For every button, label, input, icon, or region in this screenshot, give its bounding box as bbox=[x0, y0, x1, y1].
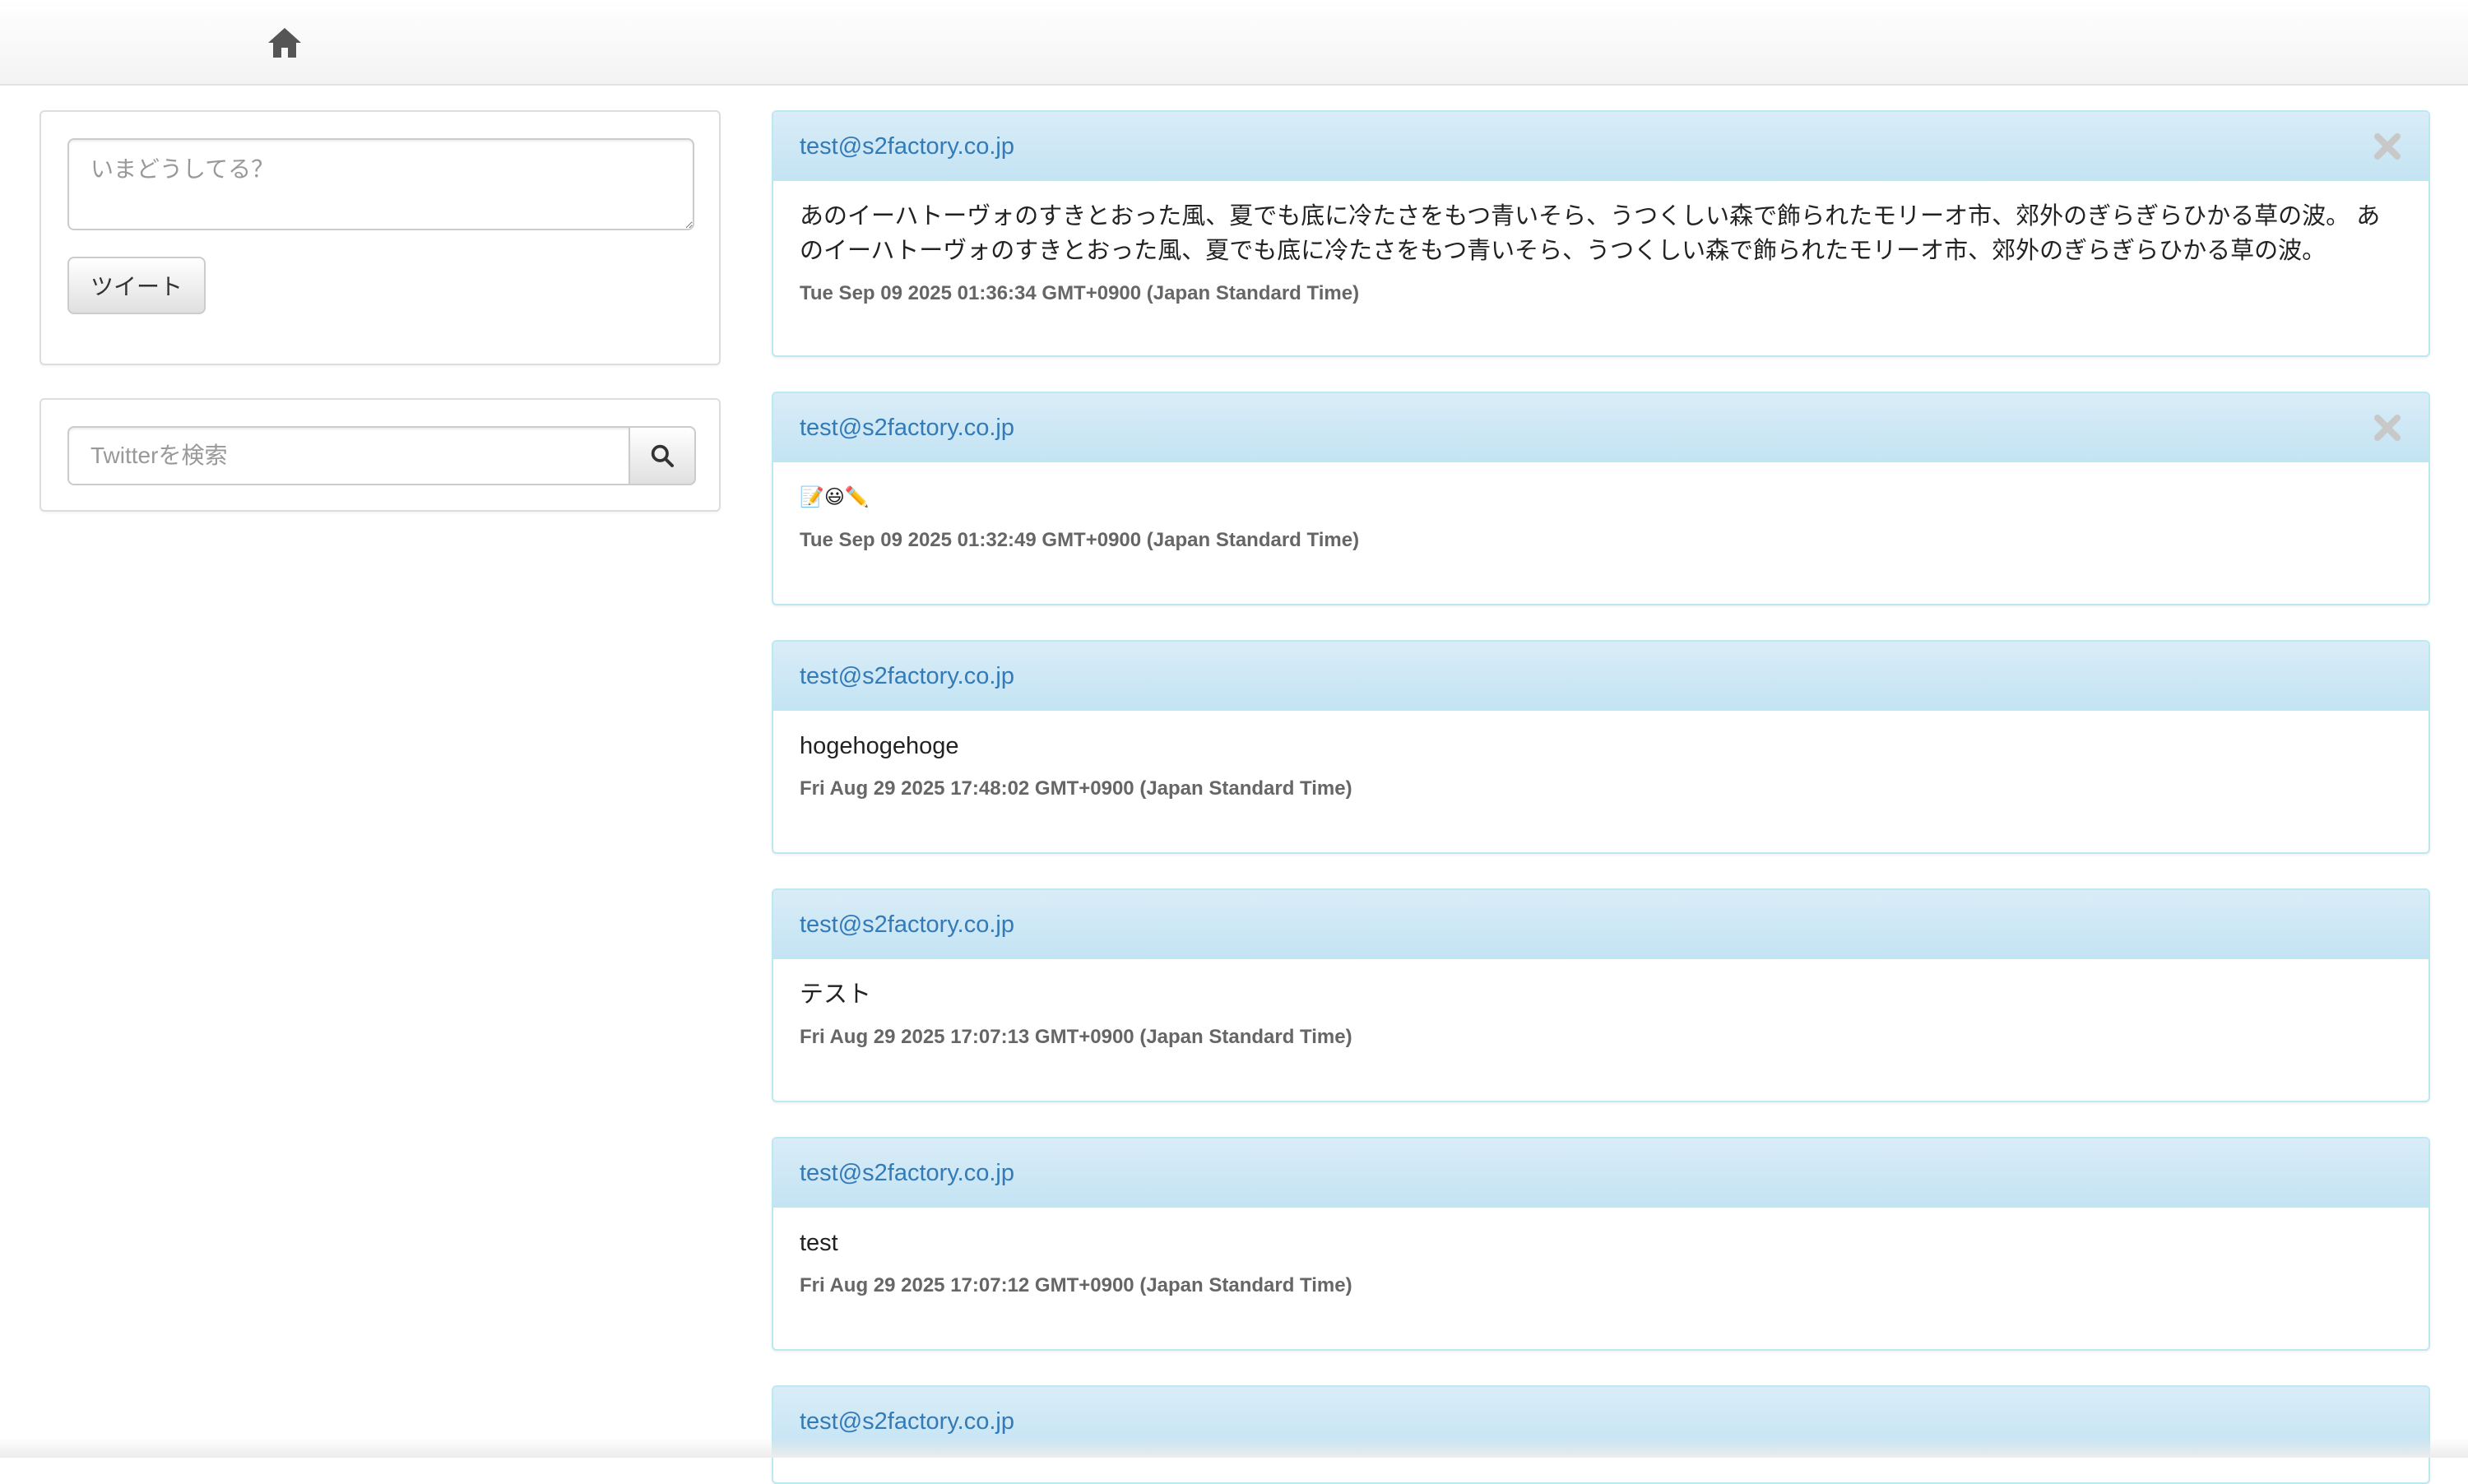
tweet-card: test@s2factory.co.jp テスト Fri Aug 29 2025… bbox=[772, 888, 2430, 1102]
tweet-card: test@s2factory.co.jp 📝😃✏️ Tue Sep 09 202… bbox=[772, 392, 2430, 605]
tweet-body: hogehogehoge Fri Aug 29 2025 17:48:02 GM… bbox=[773, 711, 2429, 803]
tweet-text: テスト bbox=[800, 981, 872, 1008]
tweet-button[interactable]: ツイート bbox=[67, 257, 206, 314]
tweet-card: test@s2factory.co.jp test Fri Aug 29 202… bbox=[772, 1137, 2430, 1351]
tweet-author-link[interactable]: test@s2factory.co.jp bbox=[800, 890, 1014, 959]
close-icon bbox=[2374, 415, 2401, 441]
tweet-author-link[interactable]: test@s2factory.co.jp bbox=[800, 1139, 1014, 1208]
tweet-card: test@s2factory.co.jp あのイーハトーヴォのすきとおった風、夏… bbox=[772, 110, 2430, 357]
tweet-header: test@s2factory.co.jp bbox=[773, 1139, 2429, 1208]
tweet-body: テスト Fri Aug 29 2025 17:07:13 GMT+0900 (J… bbox=[773, 959, 2429, 1051]
tweet-timestamp: Fri Aug 29 2025 17:07:13 GMT+0900 (Japan… bbox=[800, 1026, 1352, 1048]
tweet-body: あのイーハトーヴォのすきとおった風、夏でも底に冷たさをもつ青いそら、うつくしい森… bbox=[773, 181, 2429, 308]
tweet-header: test@s2factory.co.jp bbox=[773, 112, 2429, 181]
tweet-timestamp: Tue Sep 09 2025 01:32:49 GMT+0900 (Japan… bbox=[800, 529, 1360, 551]
home-icon bbox=[268, 28, 301, 58]
tweet-timestamp: Tue Sep 09 2025 01:36:34 GMT+0900 (Japan… bbox=[800, 282, 1360, 304]
delete-tweet-button[interactable] bbox=[2371, 130, 2404, 163]
tweet-text: あのイーハトーヴォのすきとおった風、夏でも底に冷たさをもつ青いそら、うつくしい森… bbox=[800, 203, 2381, 264]
tweet-textarea[interactable] bbox=[67, 138, 694, 230]
tweet-card: test@s2factory.co.jp bbox=[772, 1385, 2430, 1484]
tweet-text: 📝😃✏️ bbox=[800, 486, 870, 508]
tweet-author-link[interactable]: test@s2factory.co.jp bbox=[800, 642, 1014, 711]
tweet-author-link[interactable]: test@s2factory.co.jp bbox=[800, 393, 1014, 462]
top-navbar bbox=[0, 0, 2468, 86]
tweet-card: test@s2factory.co.jp hogehogehoge Fri Au… bbox=[772, 640, 2430, 854]
close-icon bbox=[2374, 133, 2401, 160]
tweet-author-link[interactable]: test@s2factory.co.jp bbox=[800, 112, 1014, 181]
scroll-shade bbox=[0, 1438, 2468, 1458]
tweet-timestamp: Fri Aug 29 2025 17:48:02 GMT+0900 (Japan… bbox=[800, 777, 1352, 800]
home-link[interactable] bbox=[265, 23, 304, 63]
tweet-header: test@s2factory.co.jp bbox=[773, 890, 2429, 959]
delete-tweet-button[interactable] bbox=[2371, 411, 2404, 444]
search-button[interactable] bbox=[629, 426, 696, 485]
search-panel bbox=[39, 398, 721, 512]
search-icon bbox=[651, 444, 674, 467]
tweet-body: 📝😃✏️ Tue Sep 09 2025 01:32:49 GMT+0900 (… bbox=[773, 462, 2429, 554]
tweet-compose-panel: ツイート bbox=[39, 110, 721, 365]
tweet-text: hogehogehoge bbox=[800, 733, 959, 759]
tweet-header: test@s2factory.co.jp bbox=[773, 642, 2429, 711]
tweet-text: test bbox=[800, 1230, 838, 1256]
search-input[interactable] bbox=[67, 426, 629, 485]
tweet-header: test@s2factory.co.jp bbox=[773, 393, 2429, 462]
tweet-list: test@s2factory.co.jp あのイーハトーヴォのすきとおった風、夏… bbox=[772, 110, 2430, 1484]
tweet-timestamp: Fri Aug 29 2025 17:07:12 GMT+0900 (Japan… bbox=[800, 1274, 1352, 1296]
tweet-body: test Fri Aug 29 2025 17:07:12 GMT+0900 (… bbox=[773, 1208, 2429, 1300]
